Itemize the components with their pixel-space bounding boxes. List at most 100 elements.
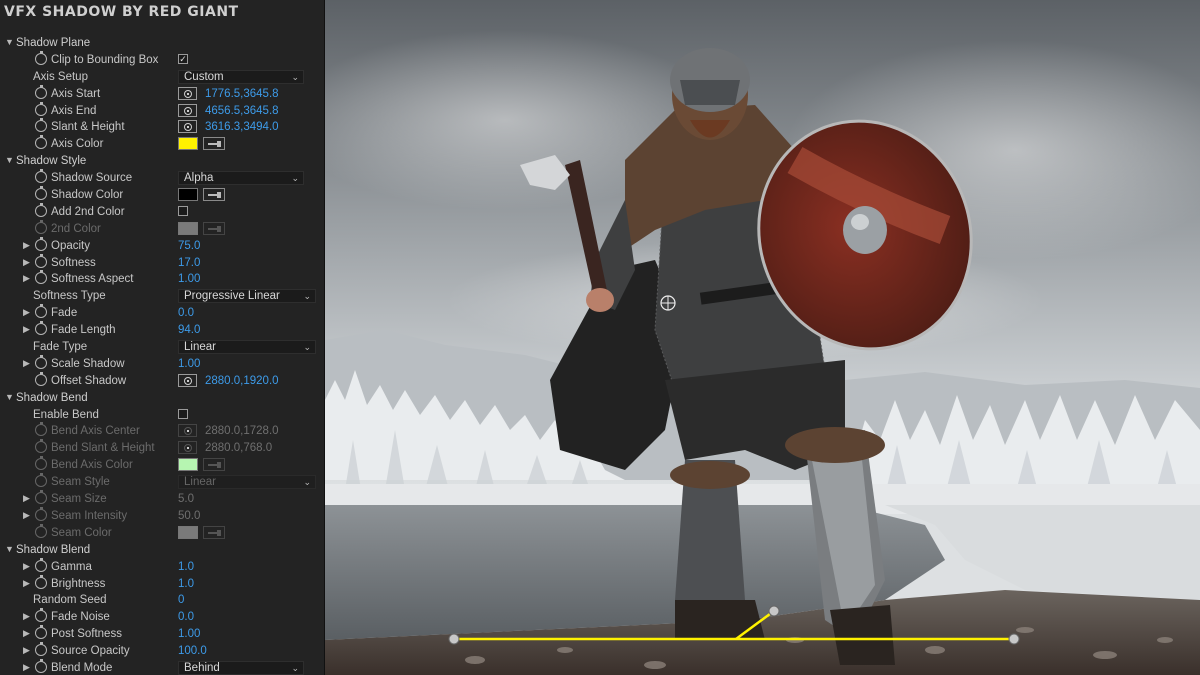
twirl-closed-icon[interactable]: ▶ xyxy=(23,358,30,369)
stopwatch-icon[interactable] xyxy=(35,490,47,505)
stopwatch-icon[interactable] xyxy=(35,169,47,184)
stopwatch-icon[interactable] xyxy=(35,84,47,99)
twirl-open-icon[interactable]: ▼ xyxy=(5,392,14,402)
point-value[interactable]: 2880.0,1920.0 xyxy=(205,375,279,387)
color-swatch[interactable] xyxy=(178,188,198,202)
twirl-closed-icon[interactable]: ▶ xyxy=(23,510,30,521)
stopwatch-icon[interactable] xyxy=(35,101,47,116)
stopwatch-icon[interactable] xyxy=(35,658,47,673)
prop-row-shadow-plane[interactable]: ▼ Shadow Plane xyxy=(0,35,324,52)
point-value[interactable]: 3616.3,3494.0 xyxy=(205,121,279,133)
numeric-value[interactable]: 0.0 xyxy=(178,307,194,319)
twirl-closed-icon[interactable]: ▶ xyxy=(23,662,30,673)
numeric-value[interactable]: 94.0 xyxy=(178,324,200,336)
crosshair-icon[interactable] xyxy=(178,103,197,117)
stopwatch-icon[interactable] xyxy=(35,473,47,488)
checkbox[interactable] xyxy=(178,408,188,419)
eyedropper-icon[interactable] xyxy=(203,458,225,472)
prop-row-shadow-blend[interactable]: ▼ Shadow Blend xyxy=(0,542,324,559)
eyedropper-icon[interactable] xyxy=(203,525,225,539)
checkbox[interactable] xyxy=(178,205,188,216)
color-swatch[interactable] xyxy=(178,525,198,539)
stopwatch-icon[interactable] xyxy=(35,219,47,234)
point-value[interactable]: 4656.5,3645.8 xyxy=(205,105,279,117)
composition-viewer[interactable] xyxy=(325,0,1200,675)
numeric-value[interactable]: 1.00 xyxy=(178,273,200,285)
stopwatch-icon[interactable] xyxy=(35,50,47,65)
eyedropper-icon[interactable] xyxy=(203,188,225,202)
numeric-value[interactable]: 1.00 xyxy=(178,628,200,640)
stopwatch-icon[interactable] xyxy=(35,202,47,217)
dropdown[interactable]: Behind ⌄ xyxy=(178,660,304,675)
twirl-closed-icon[interactable]: ▶ xyxy=(23,493,30,504)
twirl-closed-icon[interactable]: ▶ xyxy=(23,324,30,335)
twirl-closed-icon[interactable]: ▶ xyxy=(23,561,30,572)
twirl-closed-icon[interactable]: ▶ xyxy=(23,273,30,284)
twirl-closed-icon[interactable]: ▶ xyxy=(23,645,30,656)
dropdown[interactable]: Linear ⌄ xyxy=(178,475,316,490)
offset-shadow-handle[interactable] xyxy=(660,295,676,311)
axis-start-handle[interactable] xyxy=(448,633,460,645)
stopwatch-icon[interactable] xyxy=(35,304,47,319)
numeric-value[interactable]: 1.0 xyxy=(178,578,194,590)
dropdown[interactable]: Progressive Linear ⌄ xyxy=(178,289,316,304)
stopwatch-icon[interactable] xyxy=(35,523,47,538)
twirl-open-icon[interactable]: ▼ xyxy=(5,37,14,47)
twirl-closed-icon[interactable]: ▶ xyxy=(23,611,30,622)
stopwatch-icon[interactable] xyxy=(35,135,47,150)
numeric-value[interactable]: 0 xyxy=(178,594,184,606)
dropdown[interactable]: Custom ⌄ xyxy=(178,69,304,84)
prop-row-shadow-style[interactable]: ▼ Shadow Style xyxy=(0,153,324,170)
crosshair-icon[interactable] xyxy=(178,373,197,387)
numeric-value[interactable]: 17.0 xyxy=(178,257,200,269)
numeric-value[interactable]: 0.0 xyxy=(178,611,194,623)
point-value[interactable]: 2880.0,768.0 xyxy=(205,442,272,454)
stopwatch-icon[interactable] xyxy=(35,557,47,572)
stopwatch-icon[interactable] xyxy=(35,506,47,521)
numeric-value[interactable]: 5.0 xyxy=(178,493,194,505)
numeric-value[interactable]: 100.0 xyxy=(178,645,207,657)
checkbox[interactable]: ✓ xyxy=(178,53,188,64)
twirl-closed-icon[interactable]: ▶ xyxy=(23,628,30,639)
stopwatch-icon[interactable] xyxy=(35,422,47,437)
twirl-open-icon[interactable]: ▼ xyxy=(5,155,14,165)
crosshair-icon[interactable] xyxy=(178,86,197,100)
stopwatch-icon[interactable] xyxy=(35,608,47,623)
point-value[interactable]: 2880.0,1728.0 xyxy=(205,425,279,437)
stopwatch-icon[interactable] xyxy=(35,253,47,268)
dropdown[interactable]: Alpha ⌄ xyxy=(178,171,304,186)
axis-end-handle[interactable] xyxy=(1008,633,1020,645)
stopwatch-icon[interactable] xyxy=(35,118,47,133)
stopwatch-icon[interactable] xyxy=(35,270,47,285)
slant-height-handle[interactable] xyxy=(768,605,780,617)
stopwatch-icon[interactable] xyxy=(35,642,47,657)
stopwatch-icon[interactable] xyxy=(35,186,47,201)
numeric-value[interactable]: 1.0 xyxy=(178,561,194,573)
numeric-value[interactable]: 1.00 xyxy=(178,358,200,370)
crosshair-icon[interactable] xyxy=(178,441,197,455)
numeric-value[interactable]: 50.0 xyxy=(178,510,200,522)
color-swatch[interactable] xyxy=(178,137,198,151)
prop-row-shadow-bend[interactable]: ▼ Shadow Bend xyxy=(0,390,324,407)
point-value[interactable]: 1776.5,3645.8 xyxy=(205,88,279,100)
stopwatch-icon[interactable] xyxy=(35,625,47,640)
twirl-closed-icon[interactable]: ▶ xyxy=(23,578,30,589)
stopwatch-icon[interactable] xyxy=(35,371,47,386)
crosshair-icon[interactable] xyxy=(178,424,197,438)
color-swatch[interactable] xyxy=(178,221,198,235)
eyedropper-icon[interactable] xyxy=(203,221,225,235)
twirl-closed-icon[interactable]: ▶ xyxy=(23,307,30,318)
crosshair-icon[interactable] xyxy=(178,120,197,134)
numeric-value[interactable]: 75.0 xyxy=(178,240,200,252)
twirl-closed-icon[interactable]: ▶ xyxy=(23,240,30,251)
twirl-closed-icon[interactable]: ▶ xyxy=(23,257,30,268)
stopwatch-icon[interactable] xyxy=(35,456,47,471)
stopwatch-icon[interactable] xyxy=(35,574,47,589)
stopwatch-icon[interactable] xyxy=(35,439,47,454)
eyedropper-icon[interactable] xyxy=(203,137,225,151)
twirl-open-icon[interactable]: ▼ xyxy=(5,544,14,554)
stopwatch-icon[interactable] xyxy=(35,236,47,251)
color-swatch[interactable] xyxy=(178,458,198,472)
stopwatch-icon[interactable] xyxy=(35,321,47,336)
stopwatch-icon[interactable] xyxy=(35,354,47,369)
